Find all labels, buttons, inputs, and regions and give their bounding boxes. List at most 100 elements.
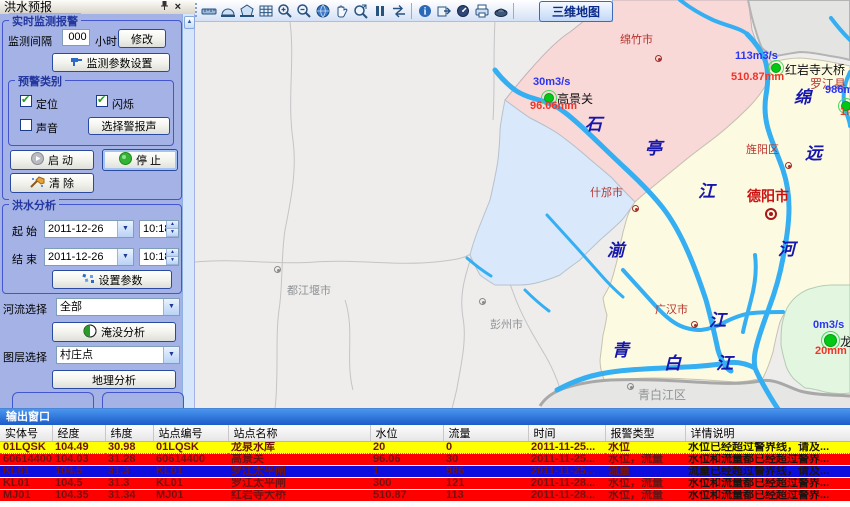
- city-marker: [274, 266, 281, 273]
- pan-hand-icon[interactable]: [332, 1, 351, 20]
- column-header[interactable]: 详情说明: [685, 425, 850, 442]
- river-select-combobox[interactable]: 全部 ▼: [56, 298, 180, 316]
- print-icon[interactable]: [472, 1, 491, 20]
- info-icon[interactable]: i: [415, 1, 434, 20]
- map-label-river: 绵: [794, 83, 811, 108]
- station-rain-label: 510.87mm: [731, 71, 784, 83]
- position-checkbox[interactable]: [20, 95, 32, 107]
- zoom-history-icon[interactable]: [351, 1, 370, 20]
- column-header[interactable]: 经度: [52, 425, 105, 442]
- table-cell: 31.28: [105, 454, 153, 466]
- monitor-params-button[interactable]: 监测参数设置: [52, 53, 170, 72]
- table-header-row: 实体号 经度 纬度 站点编号 站点名称 水位 流量 时间 报警类型 详情说明: [0, 425, 850, 442]
- table-cell: 红岩寺大桥: [228, 490, 370, 502]
- stop-icon: [119, 152, 132, 168]
- globe-icon: [83, 324, 97, 341]
- column-header[interactable]: 站点编号: [153, 425, 228, 442]
- table-cell: 104.5: [52, 466, 105, 478]
- zoom-out-icon[interactable]: [294, 1, 313, 20]
- interval-unit-label: 小时: [95, 33, 117, 49]
- table-cell: 2011-11-25...: [528, 466, 605, 478]
- map-label-city-major: 德阳市: [747, 186, 789, 206]
- measure-polygon-icon[interactable]: [237, 1, 256, 20]
- column-header[interactable]: 站点名称: [228, 425, 370, 442]
- begin-date-combobox[interactable]: 2011-12-26 ▼: [44, 220, 134, 238]
- chevron-down-icon[interactable]: ▼: [163, 299, 179, 315]
- column-header[interactable]: 流量: [443, 425, 528, 442]
- end-date-value: 2011-12-26: [48, 251, 103, 263]
- flash-checkbox[interactable]: [96, 95, 108, 107]
- table-cell: 水位，流量: [605, 490, 685, 502]
- column-header[interactable]: 时间: [528, 425, 605, 442]
- spin-up-icon[interactable]: ▲: [166, 221, 178, 229]
- table-cell: 104.49: [52, 442, 105, 454]
- submerge-analysis-label: 淹没分析: [101, 324, 145, 340]
- zoom-in-icon[interactable]: [275, 1, 294, 20]
- interval-input[interactable]: 000: [62, 29, 90, 46]
- flood-forecast-panel: 洪水预报 × ▲ 实时监测报警 监测间隔 000 小时 修改 监测参数设置 预警…: [0, 0, 195, 409]
- pin-icon[interactable]: [160, 0, 169, 15]
- column-header[interactable]: 报警类型: [605, 425, 685, 442]
- city-marker: [785, 162, 792, 169]
- export-icon[interactable]: [434, 1, 453, 20]
- map-3d-button[interactable]: 三维地图: [539, 1, 613, 22]
- table-cell: 60614400: [153, 454, 228, 466]
- table-cell: 2011-11-28...: [528, 478, 605, 490]
- table-row[interactable]: KL01104.531.3KL01罗江太平闸19862011-11-25...流…: [0, 466, 850, 478]
- table-row[interactable]: KL01104.531.3KL01罗江太平闸3001212011-11-28..…: [0, 478, 850, 490]
- output-table: 实体号 经度 纬度 站点编号 站点名称 水位 流量 时间 报警类型 详情说明 0…: [0, 425, 850, 502]
- table-row[interactable]: MJ01104.3531.34MJ01红岩寺大桥510.871132011-11…: [0, 490, 850, 502]
- table-cell: MJ01: [0, 490, 52, 502]
- table-cell: 30: [443, 454, 528, 466]
- swap-view-icon[interactable]: [389, 1, 408, 20]
- table-cell: 31.3: [105, 478, 153, 490]
- overview-globe-icon[interactable]: [313, 1, 332, 20]
- sound-checkbox[interactable]: [20, 119, 32, 131]
- end-date-combobox[interactable]: 2011-12-26 ▼: [44, 248, 134, 266]
- chevron-down-icon[interactable]: ▼: [117, 221, 133, 237]
- table-row[interactable]: 60614400104.0331.2860614400高景关96.0630201…: [0, 454, 850, 466]
- table-cell: 水位已经超过警界线，请及...: [685, 442, 850, 454]
- spin-up-icon[interactable]: ▲: [166, 249, 178, 257]
- map-label-river: 河: [778, 235, 795, 260]
- measure-arc-icon[interactable]: [218, 1, 237, 20]
- end-time-spinner[interactable]: 10:18 ▲▼: [139, 248, 179, 266]
- spin-down-icon[interactable]: ▼: [166, 229, 178, 237]
- spin-down-icon[interactable]: ▼: [166, 257, 178, 265]
- begin-date-value: 2011-12-26: [48, 223, 103, 235]
- broom-icon: [30, 175, 45, 191]
- column-header[interactable]: 水位: [370, 425, 443, 442]
- set-params-button[interactable]: 设置参数: [52, 270, 172, 289]
- close-icon[interactable]: ×: [175, 0, 181, 15]
- table-cell: 60614400: [0, 454, 52, 466]
- start-button[interactable]: 启 动: [10, 150, 94, 170]
- speed-gauge-icon[interactable]: [453, 1, 472, 20]
- chevron-down-icon[interactable]: ▼: [163, 347, 179, 363]
- column-header[interactable]: 实体号: [0, 425, 52, 442]
- pause-icon[interactable]: [370, 1, 389, 20]
- map-canvas[interactable]: 绵竹市 什邡市 旌阳区 德阳市 广汉市 罗江县 都江堰市 彭州市 青白江区 石 …: [195, 0, 850, 409]
- stop-button[interactable]: 停 止: [102, 149, 178, 171]
- measure-distance-icon[interactable]: [199, 1, 218, 20]
- geo-analysis-button[interactable]: 地理分析: [52, 370, 176, 389]
- grid-icon[interactable]: [256, 1, 275, 20]
- stop-label: 停 止: [136, 152, 161, 168]
- clear-button[interactable]: 清 除: [10, 173, 94, 193]
- scroll-up-icon[interactable]: ▲: [184, 16, 195, 29]
- table-cell: KL01: [153, 466, 228, 478]
- modify-button[interactable]: 修改: [118, 29, 166, 48]
- panel-scrollbar[interactable]: ▲: [182, 14, 194, 409]
- group-title: 洪水分析: [9, 197, 59, 213]
- table-row[interactable]: 01LQSK104.4930.9801LQSK龙泉水库2002011-11-25…: [0, 442, 850, 454]
- station-flow-label: 113m3/s: [735, 50, 778, 62]
- column-header[interactable]: 纬度: [105, 425, 153, 442]
- layer-select-combobox[interactable]: 村庄点 ▼: [56, 346, 180, 364]
- begin-time-spinner[interactable]: 10:18 ▲▼: [139, 220, 179, 238]
- table-cell: 罗江太平闸: [228, 466, 370, 478]
- map-label-city: 彭州市: [490, 316, 523, 332]
- submerge-analysis-button[interactable]: 淹没分析: [52, 322, 176, 342]
- choose-alarm-sound-button[interactable]: 选择警报声: [88, 117, 170, 135]
- table-cell: 300: [370, 478, 443, 490]
- chevron-down-icon[interactable]: ▼: [117, 249, 133, 265]
- snapshot-icon[interactable]: [491, 1, 510, 20]
